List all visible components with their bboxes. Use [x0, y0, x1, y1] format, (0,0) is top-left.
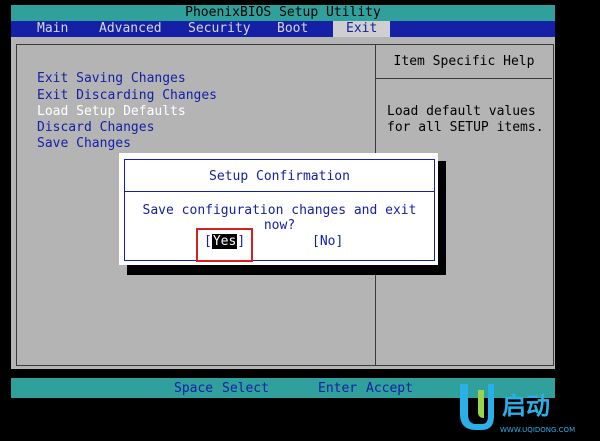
dialog-title-divider [124, 191, 435, 192]
yes-highlight-annotation [196, 228, 253, 262]
key-enter: Enter [318, 381, 358, 396]
logo-cn-text: 启动 [502, 392, 550, 420]
key-space-desc: Select [222, 381, 269, 396]
dialog-title: Setup Confirmation [209, 169, 350, 184]
help-line: Load default values [387, 104, 536, 119]
menu-boot[interactable]: Boot [273, 21, 312, 37]
menu-main[interactable]: Main [33, 21, 72, 37]
help-title: Item Specific Help [393, 54, 535, 69]
option-save-changes[interactable]: Save Changes [37, 136, 131, 152]
help-line: for all SETUP items. [387, 120, 544, 135]
dialog-message: Save configuration changes and exit now? [142, 203, 417, 233]
help-header-divider [375, 78, 552, 79]
logo-url: WWW.UQIDONG.COM [500, 426, 576, 434]
title-bar: PhoenixBIOS Setup Utility [11, 5, 555, 21]
option-discard-changes[interactable]: Discard Changes [37, 120, 154, 136]
menu-advanced[interactable]: Advanced [95, 21, 166, 37]
app-title: PhoenixBIOS Setup Utility [185, 5, 381, 20]
menu-exit[interactable]: Exit [333, 21, 391, 37]
menu-security[interactable]: Security [184, 21, 255, 37]
key-space: Space [174, 381, 214, 396]
option-exit-saving-changes[interactable]: Exit Saving Changes [37, 71, 186, 87]
key-enter-desc: Accept [366, 381, 413, 396]
option-exit-discarding-changes[interactable]: Exit Discarding Changes [37, 88, 217, 104]
no-button[interactable]: [No] [312, 234, 343, 249]
menu-bar: Main Advanced Security Boot Exit [11, 21, 555, 37]
option-load-setup-defaults[interactable]: Load Setup Defaults [37, 104, 186, 120]
